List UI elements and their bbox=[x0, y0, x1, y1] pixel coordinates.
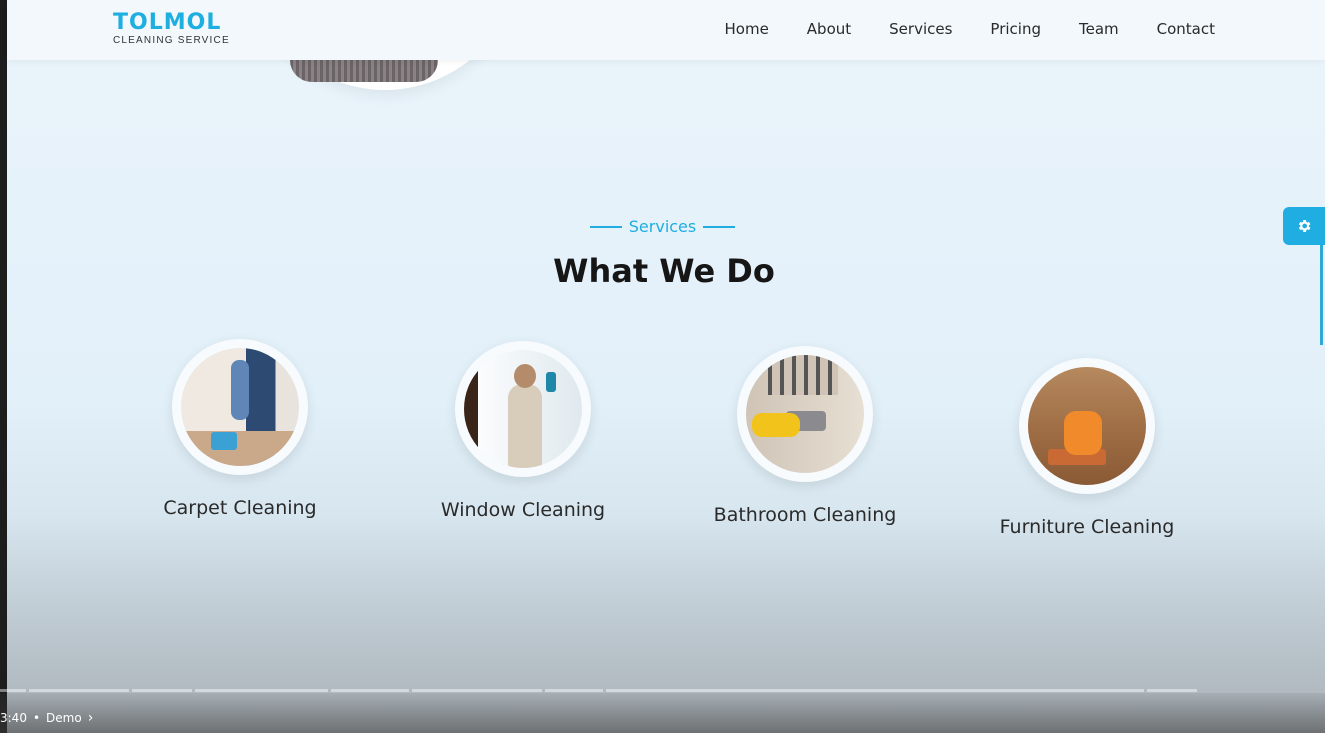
video-time: 3:40 bbox=[0, 711, 27, 725]
nav-team[interactable]: Team bbox=[1079, 20, 1119, 38]
service-title[interactable]: Carpet Cleaning bbox=[110, 497, 370, 519]
video-progress-bar[interactable] bbox=[0, 689, 1325, 693]
logo-main-text: TOLMOL bbox=[113, 10, 222, 35]
site-header: TOLMOL CLEANING SERVICE Home About Servi… bbox=[7, 0, 1325, 60]
service-title[interactable]: Furniture Cleaning bbox=[957, 516, 1217, 538]
nav-pricing[interactable]: Pricing bbox=[990, 20, 1041, 38]
section-eyebrow: Services bbox=[0, 217, 1325, 236]
nav-contact[interactable]: Contact bbox=[1157, 20, 1215, 38]
nav-home[interactable]: Home bbox=[725, 20, 769, 38]
service-card-carpet[interactable]: Carpet Cleaning bbox=[110, 339, 370, 519]
hero-image bbox=[290, 60, 438, 82]
service-card-bathroom[interactable]: Bathroom Cleaning bbox=[675, 346, 935, 526]
carpet-cleaning-image bbox=[181, 348, 299, 466]
service-title[interactable]: Bathroom Cleaning bbox=[675, 504, 935, 526]
service-image-frame bbox=[172, 339, 308, 475]
bathroom-cleaning-image bbox=[746, 355, 864, 473]
logo-sub-text: CLEANING SERVICE bbox=[113, 35, 230, 46]
furniture-cleaning-image bbox=[1028, 367, 1146, 485]
eyebrow-label: Services bbox=[628, 217, 697, 236]
chevron-right-icon: › bbox=[87, 710, 94, 726]
separator-dot: • bbox=[32, 711, 41, 725]
service-title[interactable]: Window Cleaning bbox=[393, 499, 653, 521]
video-controls-bar bbox=[0, 693, 1325, 733]
main-nav: Home About Services Pricing Team Contact bbox=[687, 20, 1216, 38]
nav-services[interactable]: Services bbox=[889, 20, 952, 38]
service-card-window[interactable]: Window Cleaning bbox=[393, 341, 653, 521]
video-chapter-info[interactable]: 3:40 • Demo › bbox=[0, 710, 93, 726]
service-card-furniture[interactable]: Furniture Cleaning bbox=[957, 358, 1217, 538]
section-title: What We Do bbox=[553, 252, 775, 290]
logo[interactable]: TOLMOL CLEANING SERVICE bbox=[113, 12, 230, 47]
service-image-frame bbox=[455, 341, 591, 477]
window-edge bbox=[0, 0, 7, 733]
chapter-title: Demo bbox=[46, 711, 82, 725]
nav-about[interactable]: About bbox=[807, 20, 851, 38]
service-image-frame bbox=[1019, 358, 1155, 494]
window-cleaning-image bbox=[464, 350, 582, 468]
eyebrow-line-left bbox=[589, 225, 622, 228]
eyebrow-line-right bbox=[703, 225, 736, 228]
service-image-frame bbox=[737, 346, 873, 482]
